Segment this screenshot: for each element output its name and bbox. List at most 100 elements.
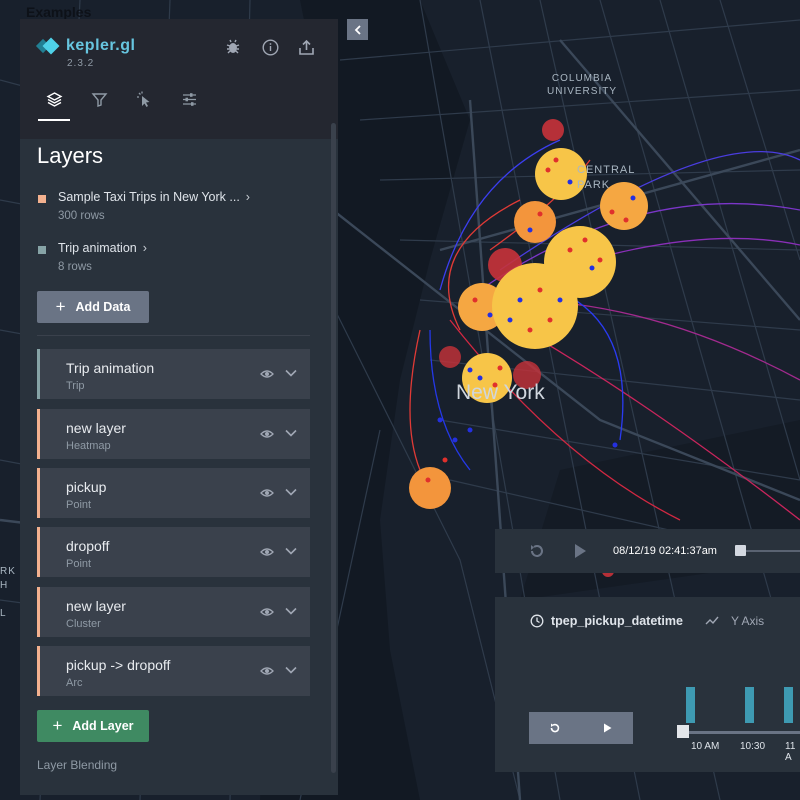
axis-tick-label: 10:30 [740, 741, 766, 752]
chevron-right-icon: › [245, 190, 250, 204]
layer-card-heatmap[interactable]: new layer Heatmap [37, 409, 310, 459]
map-label-columbia: COLUMBIA UNIVERSITY [547, 73, 618, 97]
chevron-down-icon[interactable] [284, 426, 298, 440]
layer-card-arc[interactable]: pickup -> dropoff Arc [37, 646, 310, 696]
dataset-color-swatch [38, 195, 46, 203]
app-name: kepler.gl [66, 37, 136, 54]
collapse-panel-button[interactable] [347, 19, 368, 40]
add-layer-button[interactable]: + Add Layer [37, 710, 149, 742]
divider [37, 335, 310, 336]
histogram-bar [784, 687, 793, 723]
chevron-right-icon: › [142, 241, 147, 255]
chevron-down-icon[interactable] [284, 485, 298, 499]
map-label-side: RK H L [0, 566, 16, 619]
map-label-central-park: CENTRAL PARK [577, 164, 636, 191]
kepler-logo-icon [35, 37, 60, 55]
play-filter-button[interactable] [581, 712, 633, 744]
share-export-icon[interactable] [296, 37, 316, 57]
layer-color-bar [37, 646, 40, 696]
axis-tick-label: 10 AM [691, 741, 720, 752]
tab-filters[interactable] [83, 91, 115, 121]
dataset-name[interactable]: Trip animation › [58, 241, 147, 255]
dataset-name[interactable]: Sample Taxi Trips in New York ... › [58, 190, 250, 204]
time-slider-track[interactable] [741, 550, 800, 552]
examples-label[interactable]: Examples [26, 4, 91, 20]
line-chart-icon [705, 616, 719, 625]
bug-report-icon[interactable] [223, 37, 243, 57]
map-label-new-york: New York [456, 381, 545, 404]
panel-tabs [38, 91, 218, 121]
clock-icon [530, 614, 544, 628]
add-layer-label: Add Layer [72, 719, 134, 733]
app-version: 2.3.2 [67, 58, 95, 69]
layer-type: Point [66, 499, 92, 511]
filter-field-name[interactable]: tpep_pickup_datetime [551, 614, 683, 628]
tab-layers[interactable] [38, 91, 70, 121]
current-time: 08/12/19 02:41:37am [613, 545, 717, 557]
layer-card-cluster[interactable]: new layer Cluster [37, 587, 310, 637]
dataset-color-swatch [38, 246, 46, 254]
sliders-icon [182, 93, 196, 106]
layer-name: pickup -> dropoff [66, 657, 171, 673]
time-slider-handle[interactable] [735, 545, 746, 556]
eye-icon[interactable] [260, 486, 274, 500]
filter-icon [91, 93, 107, 107]
layer-name: pickup [66, 479, 107, 495]
plus-icon: + [55, 297, 66, 316]
layer-color-bar [37, 409, 40, 459]
time-player: 08/12/19 02:41:37am [495, 529, 800, 573]
play-icon[interactable] [571, 542, 589, 560]
layer-type: Trip [66, 380, 85, 392]
time-filter-panel: tpep_pickup_datetime Y Axis 10 AM 10:30 … [495, 597, 800, 772]
app-logo: kepler.gl [35, 37, 136, 55]
y-axis-selector[interactable]: Y Axis [731, 614, 764, 628]
histogram-bar [745, 687, 754, 723]
layer-type: Heatmap [66, 440, 111, 452]
side-panel: kepler.gl 2.3.2 Layers Sample Taxi Trips… [20, 19, 338, 795]
info-icon[interactable] [260, 37, 280, 57]
layer-type: Cluster [66, 618, 101, 630]
add-data-button[interactable]: + Add Data [37, 291, 149, 323]
eye-icon[interactable] [260, 427, 274, 441]
chevron-down-icon[interactable] [284, 604, 298, 618]
layer-type: Arc [66, 677, 83, 689]
play-icon [604, 723, 612, 733]
axis-tick-label: 11 A [785, 741, 796, 763]
eye-icon[interactable] [260, 605, 274, 619]
chevron-down-icon[interactable] [284, 663, 298, 677]
page-title: Layers [37, 143, 104, 168]
layer-name: new layer [66, 598, 126, 614]
panel-header: kepler.gl 2.3.2 [20, 19, 338, 139]
eye-icon[interactable] [260, 367, 274, 381]
tab-interactions[interactable] [128, 91, 160, 121]
layer-name: new layer [66, 420, 126, 436]
cursor-click-icon [136, 91, 149, 107]
layer-blending-label: Layer Blending [37, 758, 118, 772]
layer-name: dropoff [66, 538, 110, 554]
panel-scrollbar[interactable] [331, 123, 336, 773]
chevron-down-icon[interactable] [284, 366, 298, 380]
eye-icon[interactable] [260, 545, 274, 559]
eye-icon[interactable] [260, 664, 274, 678]
layer-card-pickup[interactable]: pickup Point [37, 468, 310, 518]
layer-color-bar [37, 527, 40, 577]
reset-icon [550, 723, 560, 733]
filter-range-handle[interactable] [677, 725, 689, 738]
layer-color-bar [37, 468, 40, 518]
reset-filter-button[interactable] [529, 712, 581, 744]
layer-name: Trip animation [66, 360, 155, 376]
layer-card-dropoff[interactable]: dropoff Point [37, 527, 310, 577]
dataset-rows: 8 rows [58, 261, 92, 273]
filter-range-track[interactable] [683, 731, 800, 734]
layer-card-trip-animation[interactable]: Trip animation Trip [37, 349, 310, 399]
chevron-left-icon [354, 24, 361, 35]
layer-color-bar [37, 349, 40, 399]
tab-map-settings[interactable] [173, 91, 205, 121]
add-data-label: Add Data [75, 300, 131, 314]
reset-icon[interactable] [528, 542, 546, 560]
chevron-down-icon[interactable] [284, 544, 298, 558]
layers-icon [46, 92, 62, 107]
layer-type: Point [66, 558, 92, 570]
histogram-bar [686, 687, 695, 723]
dataset-rows: 300 rows [58, 210, 105, 222]
